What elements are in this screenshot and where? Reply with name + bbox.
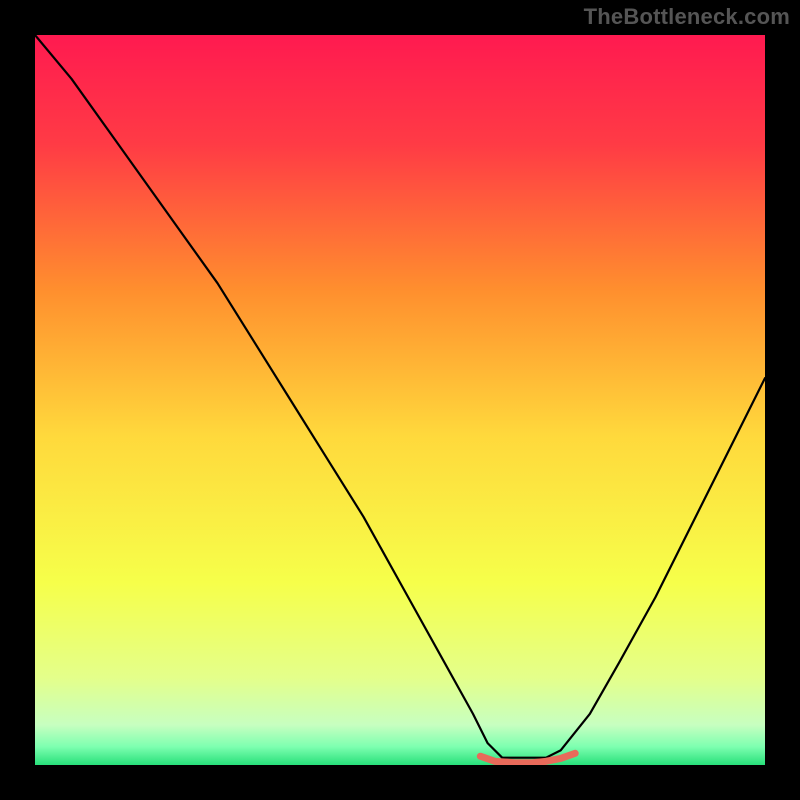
bottleneck-chart xyxy=(35,35,765,765)
attribution-label: TheBottleneck.com xyxy=(584,4,790,30)
gradient-background xyxy=(35,35,765,765)
chart-frame: TheBottleneck.com xyxy=(0,0,800,800)
